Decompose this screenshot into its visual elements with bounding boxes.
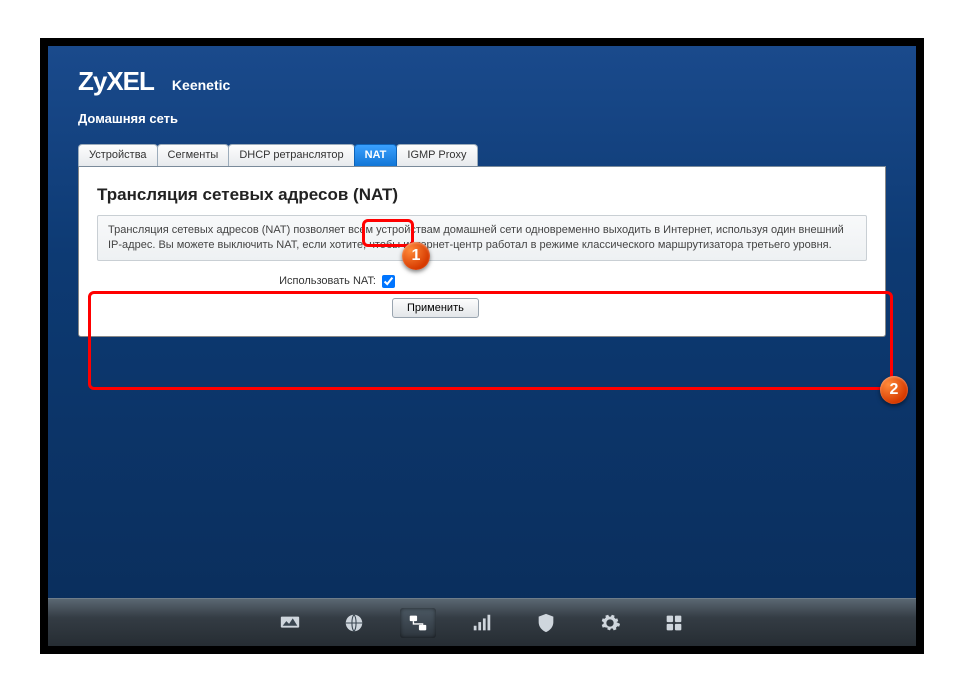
taskbar-globe-icon[interactable] [336, 608, 372, 638]
tab-label: IGMP Proxy [407, 149, 466, 161]
annotation-badge-2: 2 [880, 376, 908, 404]
brand: ZyXEL Keenetic [78, 66, 886, 97]
tab-bar: Устройства Сегменты DHCP ретранслятор NA… [78, 144, 886, 167]
tab-igmp-proxy[interactable]: IGMP Proxy [396, 144, 477, 166]
description-box: Трансляция сетевых адресов (NAT) позволя… [97, 215, 867, 261]
taskbar-shield-icon[interactable] [528, 608, 564, 638]
window-frame: ZyXEL Keenetic Домашняя сеть Устройства … [40, 38, 924, 654]
nat-toggle-row: Использовать NAT: [97, 275, 867, 288]
apply-button[interactable]: Применить [392, 298, 479, 318]
spacer [97, 298, 392, 318]
tab-label: NAT [365, 149, 387, 161]
taskbar-wifi-icon[interactable] [464, 608, 500, 638]
header: ZyXEL Keenetic Домашняя сеть [48, 46, 916, 134]
model-name: Keenetic [172, 77, 230, 93]
tab-segments[interactable]: Сегменты [157, 144, 230, 166]
app-screen: ZyXEL Keenetic Домашняя сеть Устройства … [48, 46, 916, 646]
taskbar-network-icon[interactable] [400, 608, 436, 638]
logo: ZyXEL [78, 66, 154, 97]
button-row: Применить [97, 298, 867, 318]
nat-label: Использовать NAT: [97, 275, 382, 287]
tab-label: Устройства [89, 149, 147, 161]
tab-label: DHCP ретранслятор [239, 149, 343, 161]
taskbar [48, 598, 916, 646]
taskbar-monitor-icon[interactable] [272, 608, 308, 638]
apply-button-label: Применить [407, 302, 464, 314]
taskbar-apps-icon[interactable] [656, 608, 692, 638]
tab-devices[interactable]: Устройства [78, 144, 158, 166]
tab-nat[interactable]: NAT [354, 144, 398, 166]
tab-dhcp-relay[interactable]: DHCP ретранслятор [228, 144, 354, 166]
content-panel: Трансляция сетевых адресов (NAT) Трансля… [78, 167, 886, 337]
section-title: Домашняя сеть [78, 111, 886, 126]
tab-label: Сегменты [168, 149, 219, 161]
nat-checkbox[interactable] [382, 275, 395, 288]
page-heading: Трансляция сетевых адресов (NAT) [97, 179, 867, 215]
taskbar-gear-icon[interactable] [592, 608, 628, 638]
